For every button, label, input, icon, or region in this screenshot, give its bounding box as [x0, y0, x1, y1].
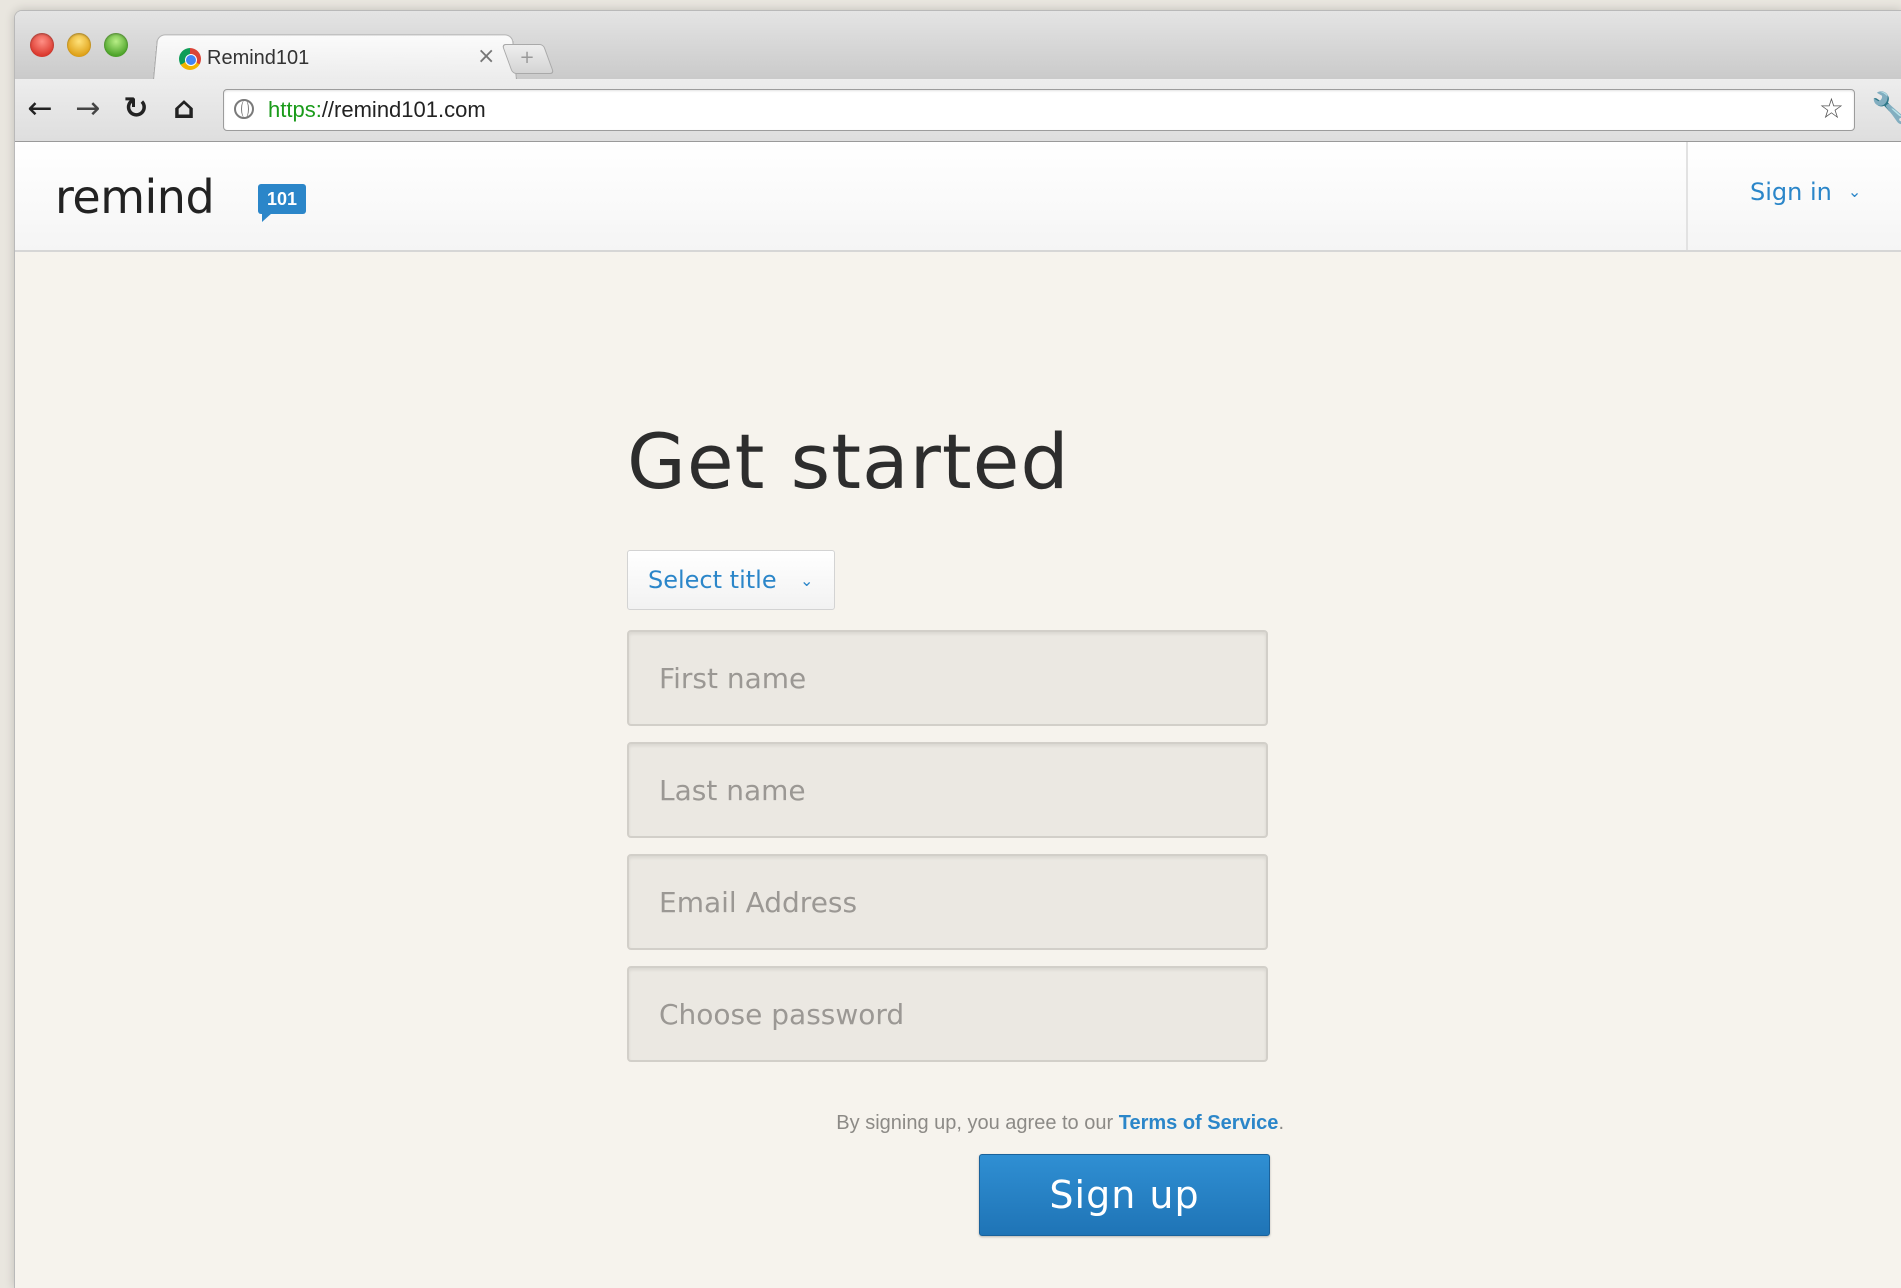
back-arrow-icon[interactable]: ←: [21, 90, 59, 128]
zoom-window-button[interactable]: [104, 33, 128, 57]
title-select-label: Select title: [648, 566, 777, 594]
logo-wordmark: remind: [55, 170, 215, 224]
terms-suffix: .: [1278, 1112, 1284, 1134]
tab-strip: Remind101 × +: [15, 11, 1901, 80]
wrench-icon[interactable]: 🔧: [1871, 91, 1901, 126]
site-header: remind 101 Sign in ⌄: [15, 142, 1901, 252]
minimize-window-button[interactable]: [67, 33, 91, 57]
url-text[interactable]: https://remind101.com: [268, 97, 486, 123]
sign-in-menu[interactable]: Sign in ⌄: [1750, 178, 1861, 206]
page-title: Get started: [627, 417, 1070, 506]
tab-close-icon[interactable]: ×: [477, 44, 495, 69]
chevron-down-icon: ⌄: [800, 571, 814, 590]
home-icon[interactable]: ⌂: [165, 90, 203, 128]
last-name-field[interactable]: [627, 742, 1268, 838]
logo-badge: 101: [258, 184, 306, 222]
sign-up-button[interactable]: Sign up: [979, 1154, 1270, 1236]
header-divider: [1686, 142, 1688, 250]
close-window-button[interactable]: [30, 33, 54, 57]
terms-prefix: By signing up, you agree to our: [836, 1112, 1114, 1134]
chrome-favicon-icon: [179, 48, 201, 70]
email-field[interactable]: [627, 854, 1268, 950]
bookmark-star-icon[interactable]: ☆: [1819, 92, 1844, 125]
globe-icon: [234, 99, 254, 119]
browser-window: Remind101 × + ← → ↻ ⌂ https://remind101.…: [14, 10, 1901, 1288]
url-path: //remind101.com: [321, 97, 486, 122]
reload-icon[interactable]: ↻: [117, 90, 155, 128]
address-bar[interactable]: https://remind101.com ☆: [223, 89, 1855, 131]
first-name-field[interactable]: [627, 630, 1268, 726]
url-scheme: https:: [268, 97, 322, 122]
terms-notice: By signing up, you agree to our Terms of…: [627, 1112, 1284, 1135]
terms-of-service-link[interactable]: Terms of Service: [1119, 1112, 1279, 1134]
password-field[interactable]: [627, 966, 1268, 1062]
chevron-down-icon: ⌄: [1847, 182, 1862, 201]
sign-in-label: Sign in: [1750, 178, 1832, 206]
forward-arrow-icon[interactable]: →: [69, 90, 107, 128]
browser-toolbar: ← → ↻ ⌂ https://remind101.com ☆ 🔧: [15, 79, 1901, 142]
title-select-dropdown[interactable]: Select title ⌄: [627, 550, 835, 610]
browser-tab-content[interactable]: Remind101 ×: [167, 41, 507, 77]
tab-title: Remind101: [207, 47, 310, 69]
plus-icon: +: [519, 47, 535, 68]
